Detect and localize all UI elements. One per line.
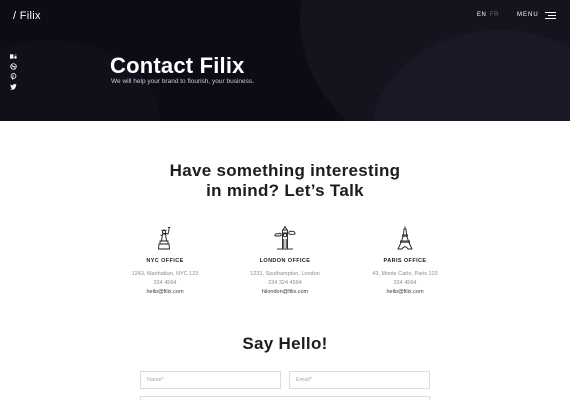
language-en-link[interactable]: EN [477,12,486,18]
menu-label[interactable]: MENU [517,12,539,18]
hero-banner: / Filix EN FR MENU Contact Filix We will… [0,0,570,121]
office-card-london: LONDON OFFICE 1231, Southampton, London … [220,224,350,297]
pinterest-icon[interactable] [10,73,17,80]
office-email[interactable]: hello@filix.com [340,288,470,297]
office-phone: 234 324 4564 [268,280,302,286]
office-title: PARIS OFFICE [383,258,427,264]
form-field-partial[interactable] [140,396,430,400]
page-title: Contact Filix [110,53,245,78]
intro-heading-line-1: Have something interesting [169,161,401,180]
office-address: 1231, Southampton, London [250,271,320,277]
statue-of-liberty-icon [158,226,171,250]
office-card-nyc: NYC OFFICE 1243, Manhattan, NYC 123 324 … [100,224,230,297]
behance-icon[interactable] [10,53,17,60]
eiffel-tower-icon [397,226,413,250]
dribbble-icon[interactable] [10,63,17,70]
office-phone: 324 4564 [393,280,417,286]
office-address: 43, Monte Carlo, Paris 123 [372,271,438,277]
office-title: LONDON OFFICE [259,258,311,264]
page-subtitle: We will help your brand to flourish, you… [111,78,254,85]
big-ben-icon [274,226,296,250]
form-heading: Say Hello! [242,334,328,353]
twitter-icon[interactable] [10,83,17,90]
office-email[interactable]: hello@filix.com [100,288,230,297]
intro-heading-line-2: in mind? Let’s Talk [206,181,364,200]
language-fr-link[interactable]: FR [490,12,499,18]
email-field[interactable] [289,371,430,389]
office-title: NYC OFFICE [146,258,184,264]
office-phone: 324 4564 [153,280,177,286]
office-address: 1243, Manhattan, NYC 123 [131,271,199,277]
office-email[interactable]: hilondon@filix.com [220,288,350,297]
hamburger-menu-icon[interactable] [545,12,556,20]
office-card-paris: PARIS OFFICE 43, Monte Carlo, Paris 123 … [340,224,470,297]
site-logo[interactable]: / Filix [13,10,41,22]
name-field[interactable] [140,371,281,389]
